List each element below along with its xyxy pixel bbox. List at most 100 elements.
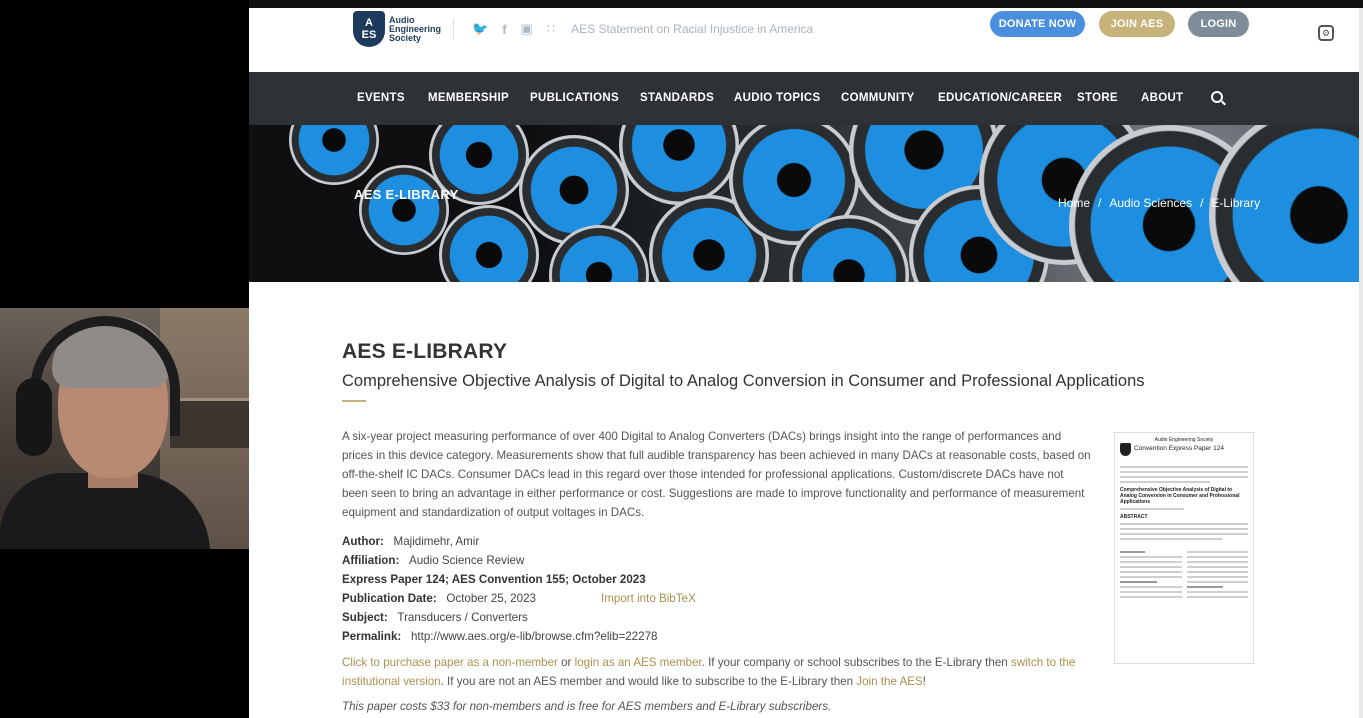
logo-wordmark: Audio Engineering Society — [389, 14, 442, 43]
page-scrollbar[interactable] — [1359, 8, 1363, 718]
webcam-shelf — [170, 398, 249, 448]
thumbnail-text-line — [1186, 566, 1248, 568]
twitter-icon[interactable]: 🐦 — [472, 21, 488, 37]
hero-title: AES E-LIBRARY — [354, 187, 459, 202]
join-aes-link[interactable]: Join the AES — [856, 675, 922, 688]
express-paper-row: Express Paper 124; AES Convention 155; O… — [342, 570, 657, 589]
thumbnail-text-line — [1120, 596, 1182, 598]
thumbnail-text-line — [1120, 523, 1248, 525]
thumbnail-text-line — [1186, 576, 1248, 578]
paper-cost-note: This paper costs $33 for non-members and… — [342, 700, 832, 713]
browser-page: A ES Audio Engineering Society 🐦 f ▣ ∷ A… — [249, 8, 1363, 718]
paper-title: Comprehensive Objective Analysis of Digi… — [342, 372, 1145, 390]
nav-education-career[interactable]: EDUCATION/CAREER — [938, 72, 1062, 125]
thumbnail-text-line — [1120, 471, 1248, 473]
permalink-row: Permalink: http://www.aes.org/e-lib/brow… — [342, 627, 657, 646]
affiliation-value: Audio Science Review — [408, 554, 525, 567]
instagram-icon[interactable]: ▣ — [521, 21, 533, 37]
affiliation-row: Affiliation: Audio Science Review — [342, 551, 657, 570]
thumbnail-text-line — [1120, 481, 1210, 483]
nav-store[interactable]: STORE — [1077, 72, 1118, 125]
subject-row: Subject: Transducers / Converters — [342, 608, 657, 627]
thumbnail-text-line — [1186, 556, 1248, 558]
thumbnail-column — [1120, 548, 1182, 601]
purchase-text: . If your company or school subscribes t… — [701, 656, 1011, 669]
main-nav: EVENTS MEMBERSHIP PUBLICATIONS STANDARDS… — [249, 72, 1363, 125]
affiliation-label: Affiliation: — [342, 554, 400, 567]
thumbnail-paper-number: Convention Express Paper 124 — [1134, 445, 1224, 452]
thumbnail-text-line — [1120, 508, 1184, 510]
racial-injustice-statement-link[interactable]: AES Statement on Racial Injustice in Ame… — [571, 22, 813, 36]
breadcrumb-separator: / — [1200, 196, 1204, 210]
title-divider — [342, 400, 366, 402]
breadcrumb-audio-sciences[interactable]: Audio Sciences — [1109, 196, 1192, 210]
thumbnail-text-line — [1186, 586, 1224, 588]
subject-label: Subject: — [342, 611, 388, 624]
purchase-text: or — [557, 656, 575, 669]
author-value: Majidimehr, Amir — [393, 535, 480, 548]
thumbnail-text-line — [1120, 528, 1248, 530]
paper-metadata: Author: Majidimehr, Amir Affiliation: Au… — [342, 532, 696, 646]
purchase-info: Click to purchase paper as a non-member … — [342, 653, 1102, 691]
nav-community[interactable]: COMMUNITY — [841, 72, 915, 125]
thumbnail-text-line — [1120, 466, 1248, 468]
headphones-band — [30, 316, 180, 436]
import-bibtex-link[interactable]: Import into BibTeX — [601, 589, 696, 608]
donate-now-button[interactable]: DONATE NOW — [990, 11, 1085, 37]
search-icon[interactable] — [1211, 91, 1223, 103]
thumbnail-columns — [1120, 548, 1248, 601]
thumbnail-text-line — [1120, 581, 1157, 583]
author-row: Author: Majidimehr, Amir — [342, 532, 657, 551]
thumbnail-text-line — [1120, 556, 1182, 558]
thumbnail-text-line — [1120, 538, 1223, 540]
purchase-text: . If you are not an AES member and would… — [440, 675, 857, 688]
purchase-non-member-link[interactable]: Click to purchase paper as a non-member — [342, 656, 558, 669]
thumbnail-text-line — [1186, 551, 1248, 553]
social-links: 🐦 f ▣ ∷ AES Statement on Racial Injustic… — [453, 18, 813, 40]
thumbnail-text-line — [1120, 476, 1248, 478]
publication-date-value: October 25, 2023 — [446, 592, 536, 605]
author-label: Author: — [342, 535, 384, 548]
aes-shield-icon: A ES — [353, 11, 385, 47]
paper-preview-thumbnail[interactable]: Audio Engineering Society Convention Exp… — [1114, 432, 1254, 664]
nav-audio-topics[interactable]: AUDIO TOPICS — [734, 72, 820, 125]
logo-letters-es: ES — [361, 29, 377, 41]
aes-logo[interactable]: A ES Audio Engineering Society — [353, 11, 449, 47]
nav-membership[interactable]: MEMBERSHIP — [428, 72, 509, 125]
breadcrumb-separator: / — [1098, 196, 1102, 210]
join-aes-button[interactable]: JOIN AES — [1099, 11, 1175, 37]
breadcrumb: Home / Audio Sciences / E-Library — [1058, 196, 1260, 210]
browser-extension-icon[interactable]: ⚙ — [1318, 25, 1334, 41]
thumbnail-heading: Comprehensive Objective Analysis of Digi… — [1120, 487, 1240, 505]
breadcrumb-e-library: E-Library — [1211, 196, 1261, 210]
login-member-link[interactable]: login as an AES member — [575, 656, 702, 669]
permalink-url[interactable]: http://www.aes.org/e-lib/browse.cfm?elib… — [411, 630, 658, 643]
nav-publications[interactable]: PUBLICATIONS — [530, 72, 619, 125]
thumbnail-text-line — [1120, 576, 1182, 578]
breadcrumb-home[interactable]: Home — [1058, 196, 1090, 210]
thumbnail-text-line — [1120, 591, 1182, 593]
paper-abstract: A six-year project measuring performance… — [342, 430, 1091, 519]
thumbnail-text-line — [1186, 561, 1248, 563]
publication-date-label: Publication Date: — [342, 592, 437, 605]
login-button[interactable]: LOGIN — [1188, 11, 1249, 37]
subject-value: Transducers / Converters — [397, 611, 528, 624]
logo-letter-a: A — [365, 17, 373, 29]
facebook-icon[interactable]: f — [502, 22, 506, 37]
thumbnail-text-line — [1186, 596, 1248, 598]
speaker-graphic — [619, 125, 739, 205]
thumbnail-text-line — [1186, 581, 1248, 583]
nav-events[interactable]: EVENTS — [357, 72, 405, 125]
nav-standards[interactable]: STANDARDS — [640, 72, 714, 125]
thumbnail-org: Audio Engineering Society — [1154, 437, 1214, 443]
thumbnail-text-line — [1120, 533, 1248, 535]
speaker-graphic — [439, 205, 539, 282]
aes-shield-icon — [1120, 443, 1131, 456]
rss-icon[interactable]: ∷ — [547, 21, 555, 37]
thumbnail-text-line — [1120, 566, 1182, 568]
thumbnail-text-line — [1120, 561, 1182, 563]
thumbnail-abstract-label: ABSTRACT — [1120, 514, 1148, 520]
nav-about[interactable]: ABOUT — [1141, 72, 1183, 125]
thumbnail-text-line — [1120, 586, 1182, 588]
hero-banner: AES E-LIBRARY Home / Audio Sciences / E-… — [249, 125, 1363, 282]
